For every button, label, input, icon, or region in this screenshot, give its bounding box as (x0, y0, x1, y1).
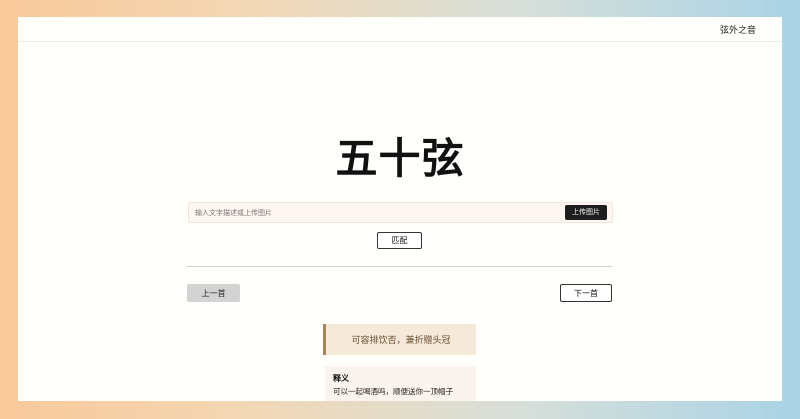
verse-card: 可容排饮否，兼折赠头冠 (323, 324, 476, 355)
search-bar: 上传图片 (188, 202, 613, 223)
page: 弦外之音 五十弦 上传图片 匹配 上一首 下一首 可容排饮否，兼折赠头冠 释义 … (18, 17, 782, 401)
meaning-text: 可以一起喝酒吗，顺便送你一顶帽子 (333, 387, 453, 396)
verse-line: 可容排饮否，兼折赠头冠 (351, 336, 451, 346)
next-poem-button[interactable]: 下一首 (560, 284, 612, 302)
page-title: 五十弦 (335, 134, 465, 183)
meaning-label: 释义 (333, 373, 349, 383)
divider (187, 266, 612, 267)
match-button[interactable]: 匹配 (377, 232, 422, 249)
upload-image-button[interactable]: 上传图片 (565, 205, 607, 220)
top-bar: 弦外之音 (18, 17, 782, 42)
meaning-card: 释义 可以一起喝酒吗，顺便送你一顶帽子 (325, 366, 476, 401)
search-input[interactable] (195, 206, 555, 219)
previous-poem-button[interactable]: 上一首 (187, 284, 240, 302)
site-name-link[interactable]: 弦外之音 (720, 23, 756, 36)
